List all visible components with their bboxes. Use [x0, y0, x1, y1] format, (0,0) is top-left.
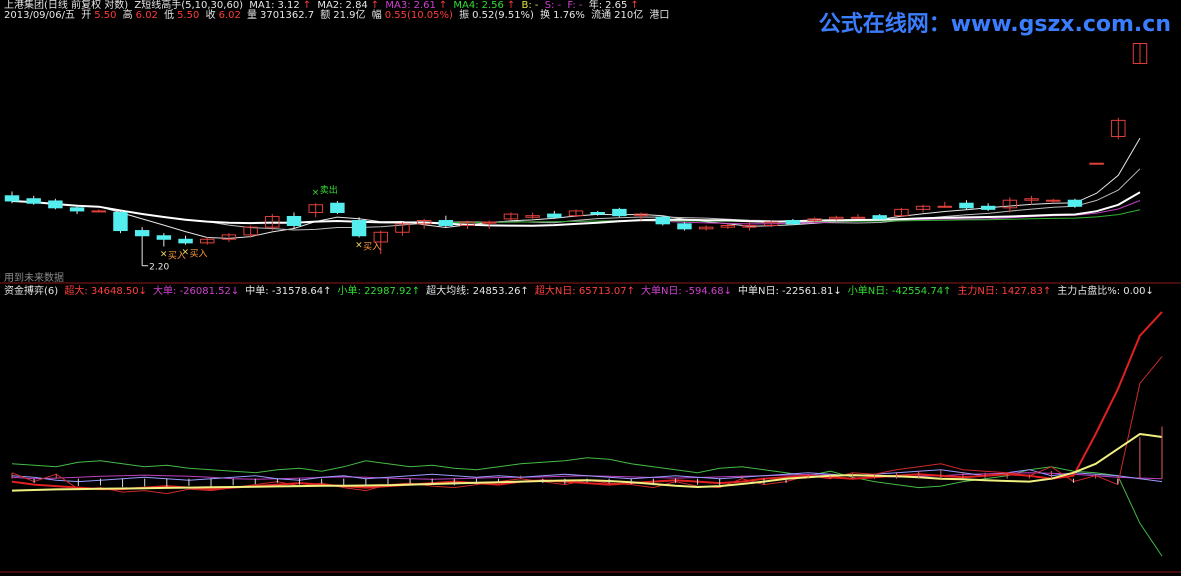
flow-legend-item: 小单: 22987.92↑: [337, 286, 421, 297]
flow-legend-item: 超大: 34648.50↓: [64, 286, 148, 297]
low-marker-label: 2.20: [149, 263, 169, 273]
signal-marker: ×: [182, 248, 190, 258]
flow-legend-item: 主力N日: 1427.83↑: [957, 286, 1052, 297]
candle-body: [438, 220, 454, 226]
turnover-value: 1.76%: [553, 10, 585, 21]
candle-body: [937, 205, 952, 208]
candle-body: [482, 221, 497, 224]
signal-label: 买入: [363, 242, 381, 253]
flow-legend-item: 小单N日: -42554.74↑: [847, 286, 952, 297]
amplitude-value: 0.52(9.51%): [472, 10, 534, 21]
amplitude-label: 振: [459, 10, 470, 21]
candle-body: [850, 216, 866, 219]
candle-body: [351, 220, 367, 237]
low-label: 低: [164, 10, 175, 21]
candle-body: [48, 200, 63, 209]
lower-panel-legend: 资金搏弈(6) 超大: 34648.50↓ 大单: -26081.52↓ 中单: -…: [4, 286, 1163, 297]
lower-panel-title: 资金搏弈(6): [4, 286, 59, 297]
turnover-label: 换: [540, 10, 551, 21]
flow-legend-item: 大单: -26081.52↓: [153, 286, 240, 297]
signal-label: 买入: [190, 249, 208, 260]
flow-legend-items: 超大: 34648.50↓ 大单: -26081.52↓ 中单: -31578.64…: [64, 286, 1160, 297]
high-label: 高: [122, 10, 133, 21]
candle-body: [286, 215, 302, 226]
candle-body: [1067, 199, 1083, 207]
close-value: 6.02: [218, 10, 241, 21]
change-label: 幅: [371, 10, 382, 21]
candle-body: [26, 198, 41, 204]
candle-body: [677, 223, 692, 230]
candle-body: [612, 208, 627, 217]
candle-body: [590, 211, 605, 215]
flow-legend-item: 中单: -31578.64↑: [245, 286, 332, 297]
candle-body: [69, 207, 85, 212]
candle-body: [980, 205, 996, 210]
high-value: 6.02: [135, 10, 158, 21]
candle-body: [655, 216, 670, 225]
candle-body: [785, 220, 801, 225]
quote-date: 2013/09/06/五: [4, 10, 76, 21]
open-label: 开: [81, 10, 92, 21]
candle-body: [113, 211, 128, 232]
watermark: 公式在线网：www.gszx.com.cn: [818, 12, 1171, 37]
small-order-line: [11, 457, 1163, 557]
signal-marker: ×: [160, 250, 168, 260]
candle-body: [4, 195, 20, 202]
close-label: 收: [205, 10, 216, 21]
amount-value: 21.9亿: [333, 10, 366, 21]
candle-body: [156, 235, 172, 240]
super-order-n-line: [11, 311, 1163, 491]
flow-legend-item: 大单N日: -594.68↓: [640, 286, 732, 297]
flow-legend-item: 超大均线: 24853.26↑: [426, 286, 529, 297]
volume-value: 3701362.7: [260, 10, 315, 21]
change-value: 0.55(10.05%): [384, 10, 453, 21]
open-value: 5.50: [94, 10, 117, 21]
signal-marker: ×: [312, 188, 320, 198]
sector-label: 港口: [649, 10, 670, 21]
candle-body: [959, 202, 974, 209]
future-data-note: 用到未来数据: [4, 273, 64, 284]
candle-body: [91, 210, 106, 213]
candle-body: [1046, 199, 1061, 202]
float-label: 流通: [591, 10, 612, 21]
flow-legend-item: 超大N日: 65713.07↑: [534, 286, 635, 297]
flow-legend-item: 中单N日: -22561.81↓: [737, 286, 842, 297]
candle-body: [547, 213, 562, 218]
signal-label: 卖出: [320, 184, 338, 196]
flow-legend-item: 主力占盘比%: 0.00↓: [1057, 286, 1154, 297]
signal-marker: ×: [355, 241, 363, 251]
low-value: 5.50: [177, 10, 200, 21]
quote-row: 2013/09/06/五 开 5.50 高 6.02 低 5.50 收 6.02 量 37…: [4, 10, 672, 21]
candle-body: [330, 202, 345, 213]
super-order-line: [11, 356, 1163, 495]
candle-body: [134, 230, 150, 237]
amount-label: 额: [320, 10, 331, 21]
candle-body: [872, 215, 887, 220]
float-value: 210亿: [614, 10, 644, 21]
volume-label: 量: [247, 10, 258, 21]
candle-body: [1089, 162, 1104, 165]
candle-body: [178, 238, 193, 244]
